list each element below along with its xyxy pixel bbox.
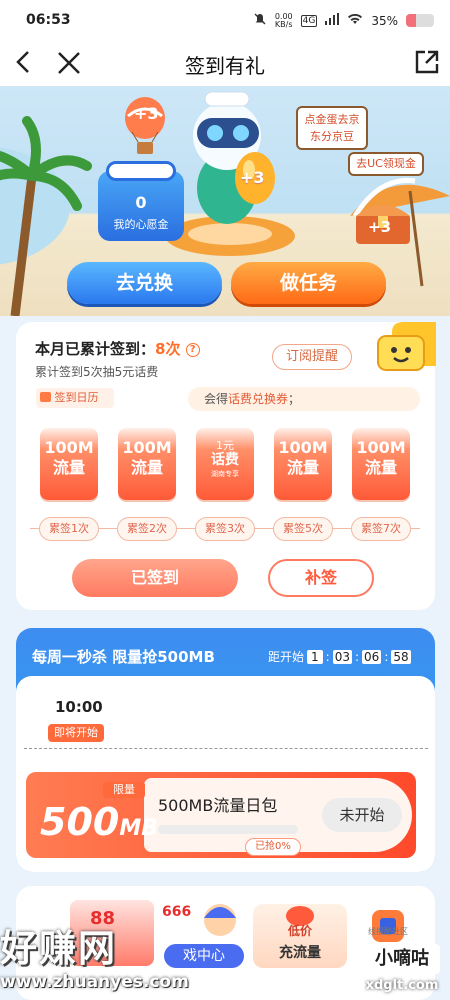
watermark-site-text: 好赚网 <box>0 927 117 970</box>
calendar-mascot-icon <box>364 322 436 382</box>
big-amount-unit: MB <box>119 816 158 841</box>
battery-percent: 35% <box>371 13 398 28</box>
page-title: 签到有礼 <box>185 54 265 78</box>
signed-button[interactable]: 已签到 <box>72 559 238 597</box>
flash-title: 每周一秒杀 限量抢500MB <box>32 648 215 666</box>
gift-type: 流量 <box>130 458 163 477</box>
balloon-badge: +3 <box>134 104 159 123</box>
watermark-url: www.zhuanyes.com <box>0 972 189 992</box>
signal-type: 4G <box>300 14 318 27</box>
help-icon[interactable]: ? <box>185 342 200 357</box>
divider <box>24 748 428 749</box>
watermark-brand: 小嘀咕 <box>364 944 440 974</box>
step-label: 累签5次 <box>273 517 333 541</box>
step-label: 累签1次 <box>39 517 99 541</box>
mute-icon <box>253 12 267 29</box>
checkin-title: 本月已累计签到：8次 ? <box>35 338 200 359</box>
step-label: 累签3次 <box>195 517 255 541</box>
sign-uc[interactable]: 去UC领现金 <box>348 152 424 176</box>
countdown-seconds: 58 <box>391 649 411 664</box>
wish-jar-lid <box>106 161 176 181</box>
checkin-title-text: 本月已累计签到： <box>35 340 156 358</box>
limit-tag: 限量 <box>103 782 145 798</box>
network-speed: 0.00 KB/s <box>274 12 293 29</box>
checkin-subtitle: 累计签到5次抽5元话费 <box>35 365 159 379</box>
net-speed-unit: KB/s <box>274 19 293 29</box>
battery-icon <box>406 14 434 27</box>
do-task-button[interactable]: 做任务 <box>231 262 386 304</box>
gift-day7[interactable]: 100M 流量 <box>352 428 410 500</box>
gift-amount: 100M <box>122 438 172 457</box>
calendar-button[interactable]: 签到日历 <box>36 388 114 408</box>
status-time: 06:53 <box>26 12 71 28</box>
gift-day5[interactable]: 100M 流量 <box>274 428 332 500</box>
countdown-hours: 03 <box>332 649 352 664</box>
balloon-icon[interactable]: +3 <box>120 96 170 156</box>
wifi-icon <box>347 13 363 28</box>
gift-type: 流量 <box>52 458 85 477</box>
subscribe-button[interactable]: 订阅提醒 <box>272 344 352 370</box>
countdown: 距开始 1: 03: 06: 58 <box>268 649 411 664</box>
coupon-tip: 会得话费兑换券； <box>188 387 420 411</box>
checkin-count: 8次 <box>155 340 181 358</box>
watermark-brand-url: xdglt.com <box>365 978 439 993</box>
step-label: 累签2次 <box>117 517 177 541</box>
calendar-label: 签到日历 <box>54 391 99 404</box>
gift-type: 流量 <box>364 458 397 477</box>
flash-status: 即将开始 <box>48 724 104 742</box>
big-amount: 500MB <box>40 800 158 844</box>
egg-badge: +3 <box>240 168 265 187</box>
gift-amount: 100M <box>356 438 406 457</box>
makeup-sign-button[interactable]: 补签 <box>268 559 374 597</box>
coupon-suffix: ； <box>288 392 301 406</box>
gift-amount: 100M <box>44 438 94 457</box>
coupon-highlight: 话费兑换券 <box>228 392 289 406</box>
gift-amount: 100M <box>278 438 328 457</box>
progress-bar <box>158 825 298 834</box>
step-label: 累签7次 <box>351 517 411 541</box>
service-item-recharge-tag: 低价 <box>287 924 312 938</box>
wish-label: 我的心愿金 <box>113 218 169 231</box>
service-item-recharge[interactable]: 低价 充流量 <box>253 904 347 968</box>
progress-label: 已抢0% <box>245 838 301 856</box>
wish-value: 0 <box>135 193 147 212</box>
service-item-games-label: 戏中心 <box>164 944 244 968</box>
nav-bar: 签到有礼 <box>0 40 450 86</box>
countdown-label: 距开始 <box>268 650 305 664</box>
sign-jd[interactable]: 点金蛋去京东分京豆 <box>296 106 368 150</box>
gift-region: 湖南专享 <box>211 470 239 478</box>
service-item-games-number: 666 <box>162 904 192 920</box>
signal-icon <box>325 13 340 28</box>
coupon-prefix: 会得 <box>204 392 229 406</box>
service-item-4-label: 线报酷社区 <box>368 927 408 936</box>
golden-egg-icon[interactable]: +3 <box>232 148 278 206</box>
not-started-button[interactable]: 未开始 <box>322 798 402 832</box>
share-icon[interactable] <box>414 49 440 79</box>
wish-jar-button[interactable]: 0 我的心愿金 <box>98 161 184 241</box>
game-avatar-icon <box>204 904 236 936</box>
gift-type: 流量 <box>286 458 319 477</box>
treasure-chest-icon[interactable]: +3 <box>352 196 414 246</box>
service-item-recharge-label: 充流量 <box>279 945 321 961</box>
service-item-games[interactable]: 666 戏中心 <box>160 900 246 968</box>
watermark-site: 好赚网 <box>0 918 117 972</box>
calendar-icon <box>40 392 51 402</box>
gift-amount: 1元 <box>216 439 234 452</box>
countdown-minutes: 06 <box>362 649 382 664</box>
countdown-days: 1 <box>307 649 323 664</box>
big-amount-number: 500 <box>40 800 120 844</box>
flash-time[interactable]: 10:00 <box>55 698 103 716</box>
gift-day2[interactable]: 100M 流量 <box>118 428 176 500</box>
chest-badge: +3 <box>368 218 392 236</box>
product-name: 500MB流量日包 <box>158 796 278 815</box>
exchange-button[interactable]: 去兑换 <box>67 262 222 304</box>
status-bar: 06:53 0.00 KB/s 4G 35% <box>0 0 450 40</box>
gift-day1[interactable]: 100M 流量 <box>40 428 98 500</box>
gift-day3[interactable]: 1元 话费湖南专享 <box>196 428 254 500</box>
gift-type: 话费 <box>211 452 239 468</box>
